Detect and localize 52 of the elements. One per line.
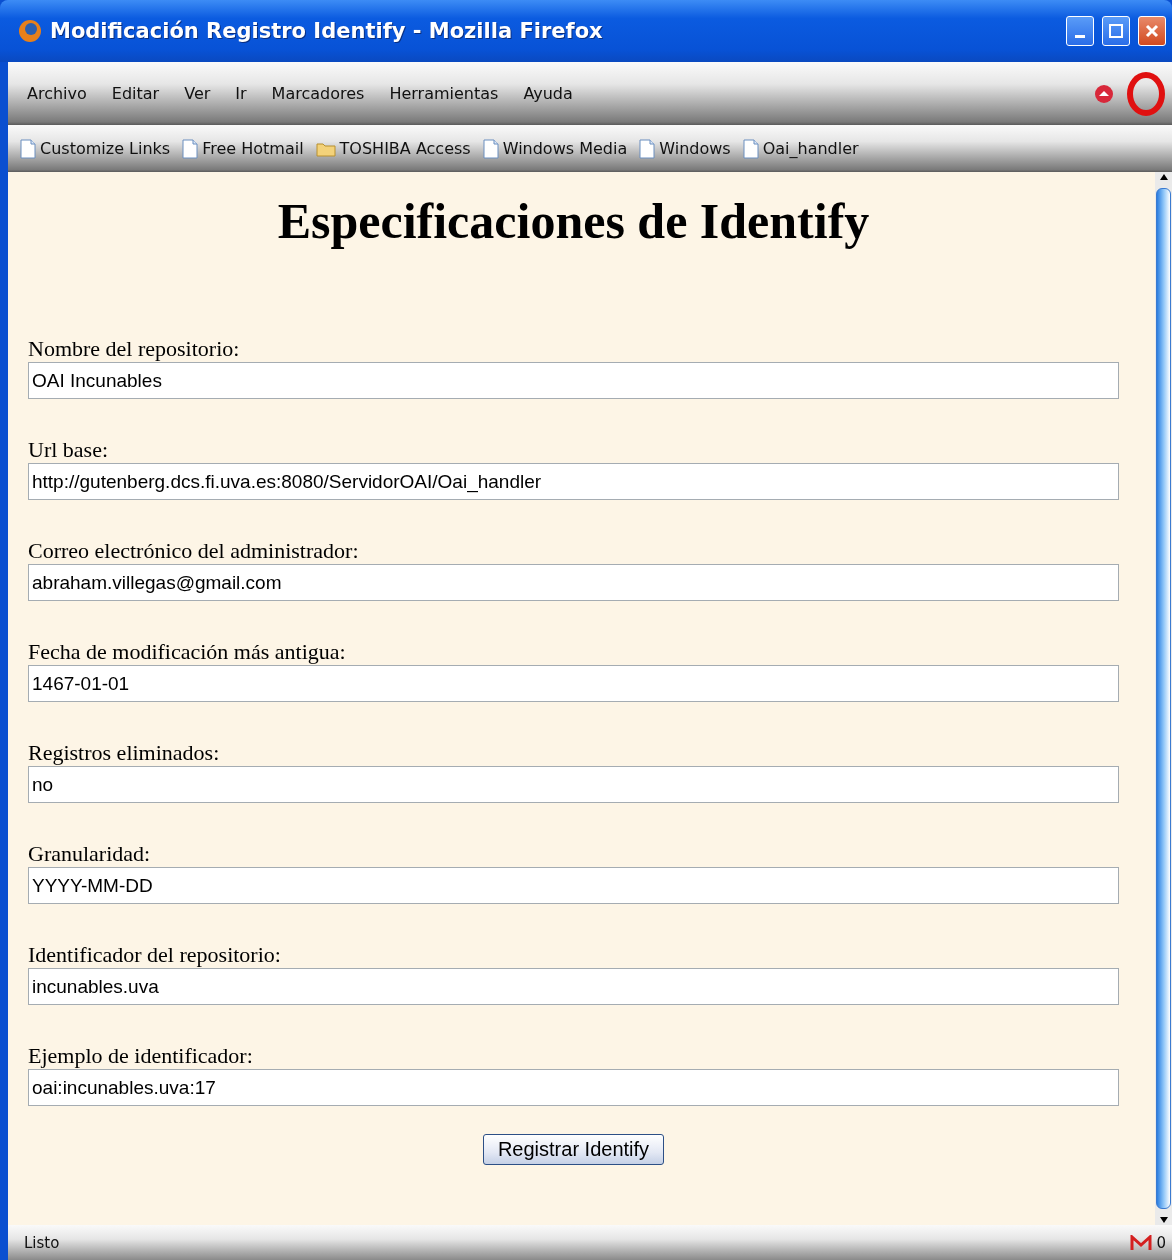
menu-item[interactable]: Ver [184, 84, 211, 103]
text-field[interactable]: YYYY-MM-DD [28, 867, 1119, 904]
text-field[interactable]: no [28, 766, 1119, 803]
maximize-button[interactable] [1102, 16, 1130, 46]
submit-button[interactable]: Registrar Identify [482, 1134, 665, 1165]
menu-item[interactable]: Herramientas [389, 84, 499, 103]
field-label: Granularidad: [28, 841, 152, 867]
close-icon [1145, 24, 1159, 38]
bookmark-link[interactable]: Customize Links [40, 139, 171, 158]
page-icon [182, 138, 199, 159]
page-heading: Especificaciones de Identify [276, 192, 871, 250]
field-label: Nombre del repositorio: [28, 336, 241, 362]
field-label: Ejemplo de identificador: [28, 1043, 254, 1069]
up-arrow-icon[interactable] [1158, 172, 1169, 182]
mail-count: 0 [1156, 1233, 1166, 1252]
scrollbar[interactable] [1155, 172, 1172, 1225]
menu-item[interactable]: Ir [235, 84, 247, 103]
folder-icon [315, 140, 336, 157]
bookmark-link[interactable]: Windows Media [502, 139, 628, 158]
mail-icon [1130, 1234, 1153, 1251]
minimize-button[interactable] [1066, 16, 1094, 46]
page-icon [20, 138, 36, 159]
menu-item[interactable]: Editar [111, 84, 160, 103]
field-label: Correo electrónico del administrador: [28, 538, 360, 564]
ring-icon [1126, 71, 1166, 116]
window-title: Modificación Registro Identify - Mozilla Firefox [50, 19, 604, 43]
bookmark-link[interactable]: Oai_handler [762, 139, 859, 158]
field-label: Identificador del repositorio: [28, 942, 282, 968]
menu-item[interactable]: Marcadores [271, 84, 365, 103]
text-field[interactable]: incunables.uva [28, 968, 1119, 1005]
field-label: Fecha de modificación más antigua: [28, 639, 347, 665]
text-field[interactable]: oai:incunables.uva:17 [28, 1069, 1119, 1106]
status-text: Listo [24, 1233, 60, 1252]
page-icon [482, 138, 499, 159]
maximize-icon [1109, 24, 1123, 38]
close-button[interactable] [1138, 16, 1166, 46]
minimize-icon [1075, 34, 1085, 38]
menu-item[interactable]: Ayuda [523, 84, 573, 103]
field-label: Url base: [28, 437, 110, 463]
down-arrow-icon[interactable] [1158, 1215, 1169, 1225]
page-icon [742, 138, 759, 159]
text-field[interactable]: http://gutenberg.dcs.fi.uva.es:8080/ServidorOAI/Oai_handler [28, 463, 1119, 500]
bookmark-link[interactable]: Free Hotmail [202, 139, 304, 158]
bookmark-link[interactable]: TOSHIBA Access [339, 139, 471, 158]
bookmark-link[interactable]: Windows [659, 139, 731, 158]
menu-item[interactable]: Archivo [27, 84, 87, 103]
text-field[interactable]: abraham.villegas@gmail.com [28, 564, 1119, 601]
text-field[interactable]: OAI Incunables [28, 362, 1119, 399]
field-label: Registros eliminados: [28, 740, 221, 766]
text-field[interactable]: 1467-01-01 [28, 665, 1119, 702]
page-icon [639, 138, 656, 159]
alert-icon [1094, 83, 1114, 104]
